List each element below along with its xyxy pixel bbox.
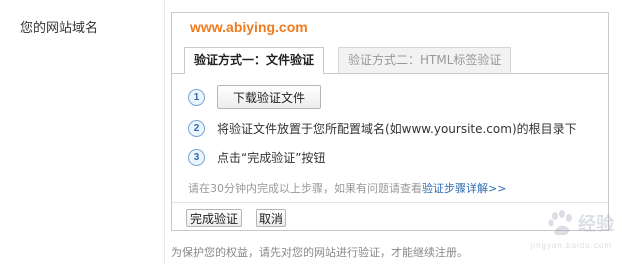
- step-1: 1 下载验证文件: [188, 85, 321, 109]
- step-number-1: 1: [188, 88, 205, 106]
- watermark-text: 经验: [578, 214, 614, 235]
- complete-verification-button[interactable]: 完成验证: [186, 209, 242, 227]
- domain-text: www.abiying.com: [190, 19, 308, 35]
- step-2-text: 将验证文件放置于您所配置域名(如www.yoursite.com)的根目录下: [217, 121, 577, 136]
- watermark-url: jingyan.baidu.com: [530, 241, 612, 250]
- verification-steps-link[interactable]: 验证步骤详解>>: [422, 182, 506, 195]
- step-3-text: 点击“完成验证”按钮: [217, 150, 326, 165]
- footer-divider: [172, 202, 608, 203]
- tab-html-tag-verification[interactable]: 验证方式二：HTML标签验证: [338, 47, 512, 73]
- cancel-button[interactable]: 取消: [256, 209, 286, 227]
- column-divider: [164, 0, 165, 264]
- step-number-3: 3: [188, 148, 205, 166]
- hint-text: 请在30分钟内完成以上步骤，如果有问题请查看: [188, 182, 422, 195]
- tab-file-verification[interactable]: 验证方式一：文件验证: [184, 47, 325, 74]
- site-domain-label: 您的网站域名: [20, 21, 99, 36]
- download-verification-file-button[interactable]: 下载验证文件: [217, 85, 321, 109]
- bottom-note: 为保护您的权益，请先对您的网站进行验证，才能继续注册。: [171, 246, 468, 259]
- step-number-2: 2: [188, 119, 205, 137]
- paw-logo-icon: [546, 208, 576, 238]
- verification-panel: www.abiying.com 验证方式一：文件验证 验证方式二：HTML标签验…: [171, 12, 609, 231]
- baidu-jingyan-watermark: 经验: [546, 208, 614, 238]
- step-2: 2 将验证文件放置于您所配置域名(如www.yoursite.com)的根目录下: [188, 117, 577, 139]
- verification-tabs: 验证方式一：文件验证 验证方式二：HTML标签验证: [172, 47, 608, 74]
- step-3: 3 点击“完成验证”按钮: [188, 146, 325, 168]
- hint-line: 请在30分钟内完成以上步骤，如果有问题请查看验证步骤详解>>: [188, 180, 506, 196]
